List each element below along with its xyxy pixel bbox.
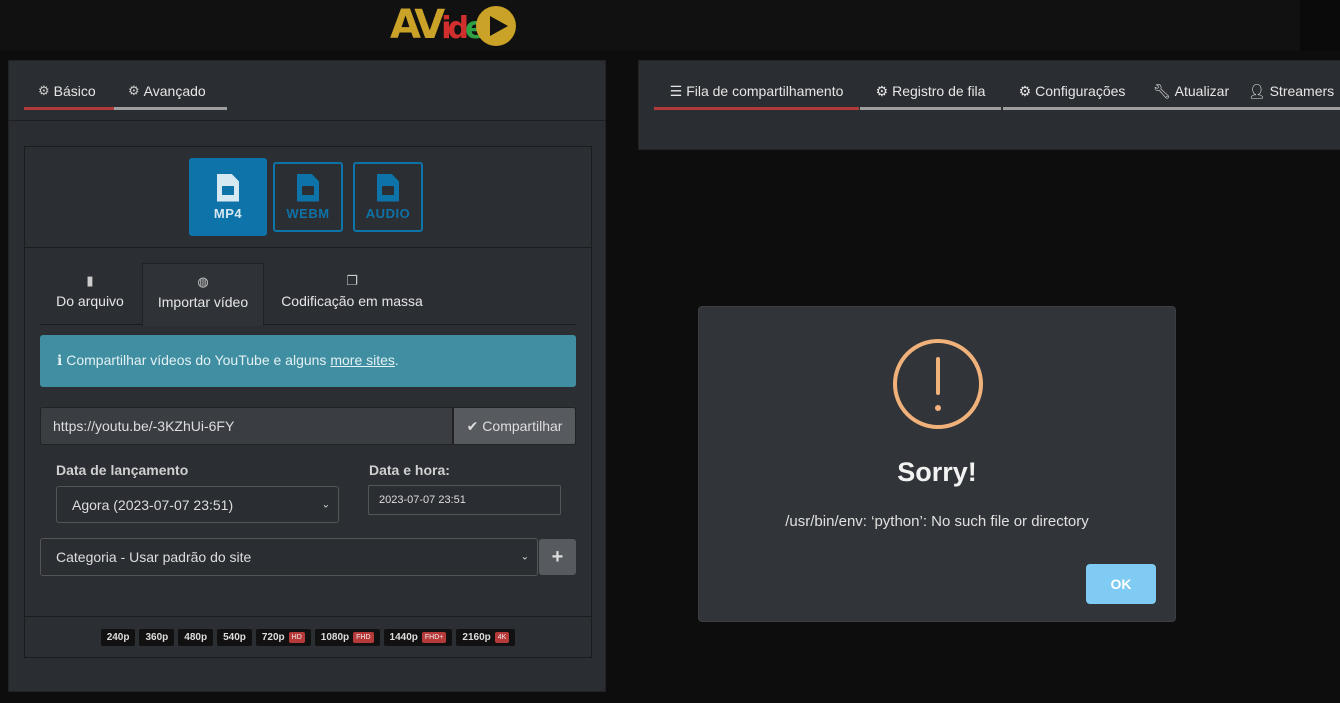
dialog-message: /usr/bin/env: ‘python’: No such file or … <box>785 513 1089 530</box>
gears-icon: ⚙ <box>128 83 140 98</box>
file-audio-icon <box>377 174 399 202</box>
source-tabs: ▮ Do arquivo ◍ Importar vídeo ❐ Codifica… <box>40 263 576 326</box>
datetime-label: Data e hora: <box>369 462 450 478</box>
chevron-down-icon: ⌄ <box>321 499 330 510</box>
gear-icon: ⚙ <box>38 83 50 98</box>
check-icon: ✔ <box>466 417 479 434</box>
resolution-badge: 720p HD <box>255 629 311 646</box>
info-icon: ℹ <box>57 352 63 368</box>
list-icon: ☰ <box>669 83 683 99</box>
tab-registro-label: Registro de fila <box>892 83 986 99</box>
queue-panel: ☰ Fila de compartilhamento ⚙ Registro de… <box>638 60 1340 150</box>
resolution-badge: 240p <box>100 629 136 646</box>
format-mp4-label: MP4 <box>213 205 243 221</box>
tab-basico[interactable]: ⚙ Básico <box>24 61 114 110</box>
tab-atualizar-label: Atualizar <box>1174 83 1230 99</box>
tab-streamers[interactable]: 👤︎ Streamers <box>1241 61 1340 110</box>
url-row: ✔ Compartilhar <box>40 407 576 445</box>
quality-badge: 4K <box>494 632 510 643</box>
subtab-do-arquivo-label: Do arquivo <box>56 293 124 309</box>
tab-fila-de-compartilhamento[interactable]: ☰ Fila de compartilhamento <box>654 61 859 110</box>
upload-card: MP4 WEBM AUDIO ▮ Do arquivo ◍ Importar v… <box>24 146 592 658</box>
resolution-badge: 360p <box>139 629 175 646</box>
resolution-badge: 540p <box>217 629 252 646</box>
tab-basico-label: Básico <box>53 83 96 99</box>
gear-icon: ⚙ <box>1018 83 1032 99</box>
tab-configuracoes-label: Configurações <box>1035 83 1126 99</box>
resolution-badge: 1080p FHD <box>314 629 380 646</box>
wrench-icon: 🔧︎ <box>1152 83 1171 99</box>
resolution-badge: 480p <box>178 629 214 646</box>
add-category-button[interactable]: + <box>539 539 576 575</box>
chevron-down-icon: ⌄ <box>520 551 529 563</box>
format-selector: MP4 WEBM AUDIO <box>25 147 591 248</box>
queue-tabs: ☰ Fila de compartilhamento ⚙ Registro de… <box>654 61 1340 120</box>
tab-streamers-label: Streamers <box>1269 83 1335 99</box>
info-alert: ℹ Compartilhar vídeos do YouTube e algun… <box>40 335 576 387</box>
divider <box>9 120 605 121</box>
share-button[interactable]: ✔ Compartilhar <box>453 407 576 445</box>
resolution-badge: 1440p FHD+ <box>383 629 453 646</box>
gear-icon: ⚙ <box>875 83 889 99</box>
share-button-label: Compartilhar <box>482 418 563 434</box>
file-video-icon <box>217 174 239 202</box>
tab-avancado[interactable]: ⚙ Avançado <box>114 61 227 110</box>
tab-registro-de-fila[interactable]: ⚙ Registro de fila <box>860 61 1001 110</box>
info-text: Compartilhar vídeos do YouTube e alguns <box>66 352 331 368</box>
quality-badge: HD <box>288 632 305 643</box>
ok-button[interactable]: OK <box>1086 564 1156 604</box>
category-select[interactable]: Categoria - Usar padrão do site ⌄ <box>40 538 538 576</box>
info-suffix: . <box>394 352 399 368</box>
video-url-input[interactable] <box>40 407 453 445</box>
upload-panel: ⚙ Básico ⚙ Avançado MP4 WEBM AUDIO ▮ Do … <box>8 60 606 692</box>
subtab-do-arquivo[interactable]: ▮ Do arquivo <box>40 263 140 325</box>
file-icon: ▮ <box>86 273 94 288</box>
top-right-strip <box>1300 0 1340 51</box>
release-date-label: Data de lançamento <box>56 462 189 478</box>
quality-badge: FHD+ <box>421 632 447 643</box>
format-audio-label: AUDIO <box>365 205 411 221</box>
more-sites-link[interactable]: more sites <box>330 352 395 368</box>
subtab-codificacao-label: Codificação em massa <box>281 293 423 309</box>
quality-badge: FHD <box>353 632 374 643</box>
top-bar: AVide <box>0 0 1340 51</box>
release-date-value: Agora (2023-07-07 23:51) <box>72 496 234 513</box>
dialog-title: Sorry! <box>897 457 977 487</box>
category-value: Categoria - Usar padrão do site <box>56 549 252 565</box>
files-icon: ❐ <box>346 273 358 288</box>
tab-avancado-label: Avançado <box>143 83 206 99</box>
resolution-badge: 2160p 4K <box>456 629 516 646</box>
play-icon <box>476 6 516 46</box>
resolution-list: 240p 360p 480p 540p 720p HD 1080p FHD 1440… <box>25 616 591 658</box>
subtab-importar-video[interactable]: ◍ Importar vídeo <box>142 263 264 326</box>
tab-atualizar[interactable]: 🔧︎ Atualizar <box>1141 61 1241 110</box>
format-webm-label: WEBM <box>286 205 330 221</box>
error-dialog: Sorry! /usr/bin/env: ‘python’: No such f… <box>698 306 1176 622</box>
file-video-icon <box>297 174 319 202</box>
format-audio-button[interactable]: AUDIO <box>353 162 423 232</box>
format-webm-button[interactable]: WEBM <box>273 162 343 232</box>
tab-configuracoes[interactable]: ⚙ Configurações <box>1003 61 1141 110</box>
tab-fila-label: Fila de compartilhamento <box>686 83 844 99</box>
subtab-importar-video-label: Importar vídeo <box>157 294 249 310</box>
datetime-input[interactable]: 2023-07-07 23:51 <box>368 485 561 515</box>
subtab-codificacao-em-massa[interactable]: ❐ Codificação em massa <box>266 263 438 325</box>
globe-icon: ◍ <box>197 274 209 289</box>
format-mp4-button[interactable]: MP4 <box>189 158 267 236</box>
user-icon: 👤︎ <box>1247 83 1266 99</box>
warning-icon <box>893 339 983 429</box>
release-date-select[interactable]: Agora (2023-07-07 23:51) ⌄ <box>56 486 339 523</box>
panel-tabs: ⚙ Básico ⚙ Avançado <box>24 61 227 120</box>
brand-logo[interactable]: AVide <box>390 2 520 48</box>
